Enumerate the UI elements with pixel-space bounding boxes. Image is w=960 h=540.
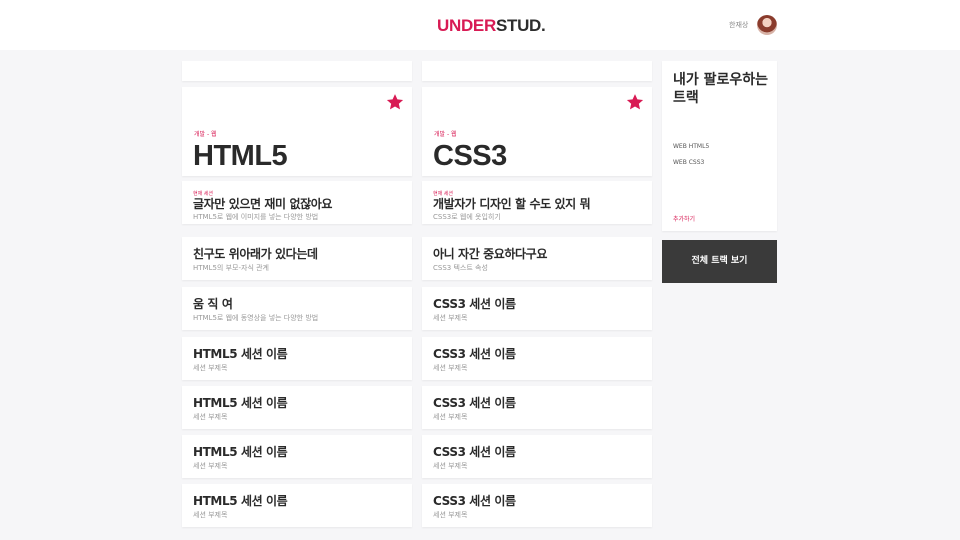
session-subtitle: 세션 부제목 [433,462,468,470]
session-card[interactable]: HTML5 세션 이름 세션 부제목 [182,435,412,478]
session-card[interactable]: 현재 세션 글자만 있으면 재미 없잖아요 HTML5로 웹에 이미지를 넣는 … [182,181,412,224]
session-subtitle: HTML5로 웹에 이미지를 넣는 다양한 방법 [193,213,319,221]
card-stub [182,61,412,81]
session-subtitle: 세션 부제목 [193,462,228,470]
logo-primary: UNDER [437,16,496,35]
session-title: CSS3 세션 이름 [433,445,516,459]
username[interactable]: 한재상 [729,20,748,30]
star-icon[interactable] [386,93,404,111]
current-session-tag: 현재 세션 [193,191,213,197]
session-card[interactable]: HTML5 세션 이름 세션 부제목 [182,386,412,429]
session-subtitle: 세션 부제목 [193,511,228,519]
track-category: 개발 - 웹 [194,131,217,138]
session-title: 개발자가 디자인 할 수도 있지 뭐 [433,197,591,211]
track-category: 개발 - 웹 [434,131,457,138]
avatar[interactable] [757,15,777,35]
session-title: HTML5 세션 이름 [193,347,288,361]
session-title: CSS3 세션 이름 [433,396,516,410]
session-title: 움 직 여 [193,297,233,311]
logo-secondary: STUD. [495,16,546,35]
session-title: CSS3 세션 이름 [433,494,516,508]
track-card[interactable]: 개발 - 웹 CSS3 [422,87,652,176]
followed-tracks-panel: 내가 팔로우하는 트랙 WEB HTML5 WEB CSS3 추가하기 [662,61,777,231]
card-stub [422,61,652,81]
session-subtitle: 세션 부제목 [193,364,228,372]
session-card[interactable]: 아니 자간 중요하다구요 CSS3 텍스트 속성 [422,237,652,280]
logo[interactable]: UNDERSTUD. [437,16,546,36]
track-title: CSS3 [433,140,507,172]
session-title: CSS3 세션 이름 [433,347,516,361]
session-card[interactable]: 친구도 위아래가 있다는데 HTML5의 부모-자식 관계 [182,237,412,280]
session-subtitle: 세션 부제목 [433,364,468,372]
current-session-tag: 현재 세션 [433,191,453,197]
session-card[interactable]: CSS3 세션 이름 세션 부제목 [422,484,652,527]
session-subtitle: HTML5의 부모-자식 관계 [193,264,269,272]
session-title: HTML5 세션 이름 [193,494,288,508]
session-subtitle: 세션 부제목 [193,413,228,421]
session-title: HTML5 세션 이름 [193,445,288,459]
all-tracks-button[interactable]: 전체 트랙 보기 [662,240,777,283]
session-card[interactable]: CSS3 세션 이름 세션 부제목 [422,386,652,429]
session-subtitle: 세션 부제목 [433,511,468,519]
session-card[interactable]: 움 직 여 HTML5로 웹에 동영상을 넣는 다양한 방법 [182,287,412,330]
session-card[interactable]: CSS3 세션 이름 세션 부제목 [422,337,652,380]
session-subtitle: CSS3로 웹에 옷입히기 [433,213,501,221]
session-title: HTML5 세션 이름 [193,396,288,410]
session-subtitle: HTML5로 웹에 동영상을 넣는 다양한 방법 [193,314,319,322]
top-header: UNDERSTUD. 한재상 [0,0,960,50]
session-subtitle: 세션 부제목 [433,413,468,421]
session-title: CSS3 세션 이름 [433,297,516,311]
session-card[interactable]: 현재 세션 개발자가 디자인 할 수도 있지 뭐 CSS3로 웹에 옷입히기 [422,181,652,224]
track-card[interactable]: 개발 - 웹 HTML5 [182,87,412,176]
panel-title: 내가 팔로우하는 트랙 [673,72,769,106]
session-subtitle: 세션 부제목 [433,314,468,322]
session-title: 글자만 있으면 재미 없잖아요 [193,197,333,211]
session-card[interactable]: CSS3 세션 이름 세션 부제목 [422,287,652,330]
session-card[interactable]: HTML5 세션 이름 세션 부제목 [182,484,412,527]
session-title: 친구도 위아래가 있다는데 [193,247,318,261]
add-track-link[interactable]: 추가하기 [673,214,695,223]
session-title: 아니 자간 중요하다구요 [433,247,547,261]
session-subtitle: CSS3 텍스트 속성 [433,264,488,272]
followed-track-item[interactable]: WEB CSS3 [673,159,704,166]
session-card[interactable]: CSS3 세션 이름 세션 부제목 [422,435,652,478]
track-title: HTML5 [193,140,288,172]
session-card[interactable]: HTML5 세션 이름 세션 부제목 [182,337,412,380]
star-icon[interactable] [626,93,644,111]
followed-track-item[interactable]: WEB HTML5 [673,143,709,150]
